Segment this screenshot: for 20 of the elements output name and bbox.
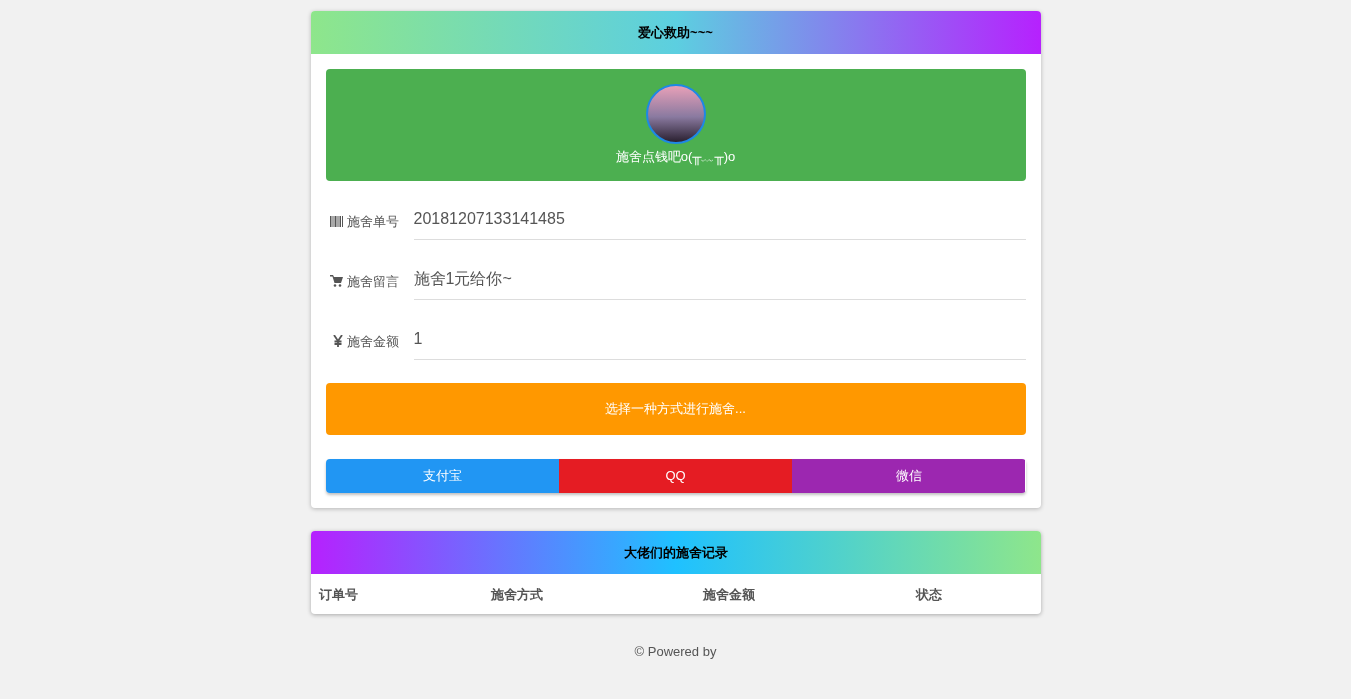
prompt-bar: 选择一种方式进行施舍... <box>325 383 1026 435</box>
input-field[interactable]: 1 <box>413 319 1026 360</box>
column-header: 施舍方式 <box>490 587 543 602</box>
column-header: 状态 <box>915 587 942 602</box>
footer-text: © Powered by <box>634 643 717 661</box>
field-label: 施舍金额 <box>346 332 399 351</box>
field-label: 施舍单号 <box>346 212 399 231</box>
yen-icon <box>332 335 343 348</box>
input-field[interactable]: 20181207133141485 <box>413 199 1026 240</box>
barcode-icon <box>329 215 343 227</box>
input-field[interactable]: 施舍1元给你~ <box>413 259 1026 300</box>
cart-icon <box>329 275 343 288</box>
field-label: 施舍留言 <box>346 272 399 291</box>
payment-button[interactable]: 微信 <box>792 459 1026 493</box>
column-header: 订单号 <box>318 587 358 602</box>
banner-caption: 施舍点钱吧o(╥﹏╥)o <box>615 148 736 167</box>
column-header: 施舍金额 <box>702 587 755 602</box>
card-title: 爱心救助~~~ <box>638 23 713 42</box>
payment-button[interactable]: QQ <box>558 459 793 493</box>
card-title: 大佬们的施舍记录 <box>623 543 728 562</box>
